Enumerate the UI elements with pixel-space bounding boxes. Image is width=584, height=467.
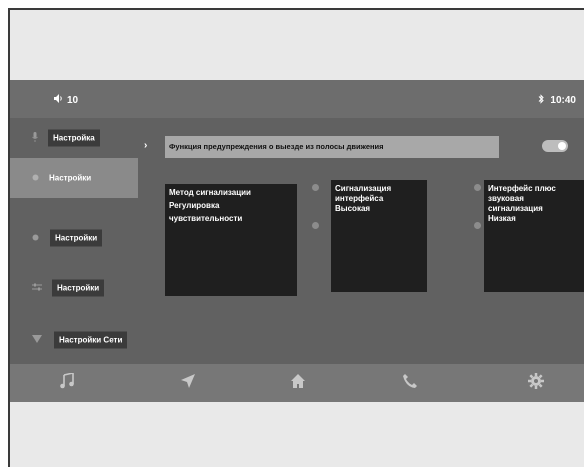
sidebar-item-label: Настройки Сети <box>54 331 128 349</box>
volume-icon <box>54 94 64 106</box>
wifi-icon <box>32 335 42 345</box>
sidebar-item-settings-4[interactable]: Настройки <box>10 268 138 308</box>
option-dot-icon <box>474 184 481 191</box>
sidebar-item-settings-3[interactable]: Настройки <box>10 218 138 258</box>
interface-sound-alarm-panel[interactable]: Интерфейс плюс звуковая сигнализация Низ… <box>484 180 584 292</box>
interface-alarm-panel[interactable]: Сигнализация интерфейса Высокая <box>331 180 427 292</box>
sidebar-item-network-settings[interactable]: Настройки Сети <box>10 320 138 360</box>
panel-line: интерфейса <box>335 194 384 203</box>
settings-icon[interactable] <box>528 373 544 389</box>
panel-line: сигнализация <box>488 204 543 213</box>
phone-icon[interactable] <box>402 373 418 389</box>
panel-line: Низкая <box>488 214 516 223</box>
toggle-knob <box>558 142 566 150</box>
panel-line: звуковая <box>488 194 524 203</box>
panel-line: Регулировка <box>169 201 220 210</box>
dot-icon <box>32 173 39 183</box>
panel-line: Интерфейс плюс <box>488 184 556 193</box>
alarm-method-panel[interactable]: Метод сигнализации Регулировка чувствите… <box>165 184 297 296</box>
lane-departure-warning-toggle[interactable] <box>542 140 568 152</box>
option-dot-icon <box>312 222 319 229</box>
sidebar-item-settings-2[interactable]: Настройки <box>10 158 138 198</box>
status-bar: 10 10:40 <box>10 80 584 118</box>
sidebar-item-label: Настройки <box>52 279 105 297</box>
sidebar-item-settings-1[interactable]: Настройка <box>10 118 138 158</box>
panel-line: чувствительности <box>169 214 243 223</box>
panel-line: Сигнализация <box>335 184 392 193</box>
panel-line: Метод сигнализации <box>169 188 251 197</box>
panel-line: Высокая <box>335 204 371 213</box>
clock: 10:40 <box>550 95 576 106</box>
lane-departure-warning-label: Функция предупреждения о выезде из полос… <box>165 136 499 158</box>
status-right: 10:40 <box>538 94 576 107</box>
home-icon[interactable] <box>290 373 306 389</box>
mic-icon <box>32 132 38 144</box>
navigation-icon[interactable] <box>180 373 196 389</box>
sidebar-item-label: Настройки <box>49 173 92 183</box>
option-dot-icon <box>312 184 319 191</box>
option-dot-icon <box>474 222 481 229</box>
bluetooth-icon <box>538 94 545 107</box>
sidebar-item-label: Настройка <box>48 129 100 147</box>
head-unit-screen: 10 10:40 Настройка Настройки Настройки Н… <box>10 80 584 402</box>
bottom-nav <box>10 364 584 402</box>
chevron-right-icon: › <box>144 140 148 151</box>
sidebar-item-label: Настройки <box>50 229 103 247</box>
music-icon[interactable] <box>60 373 74 389</box>
dot-icon <box>32 233 39 243</box>
lane-departure-warning-row[interactable]: › Функция предупреждения о выезде из пол… <box>140 136 500 158</box>
equalizer-icon <box>32 283 42 293</box>
volume-indicator: 10 <box>54 94 78 106</box>
volume-value: 10 <box>67 94 79 106</box>
